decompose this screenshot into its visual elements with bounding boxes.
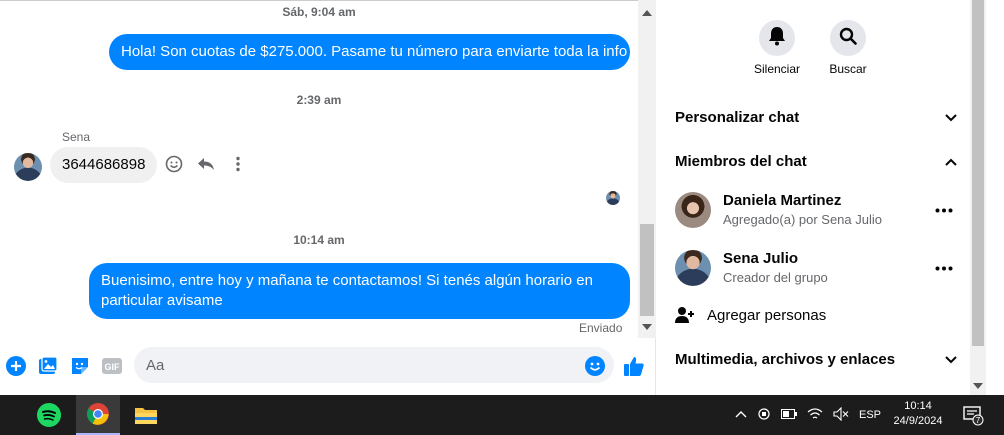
system-tray: ESP	[735, 395, 881, 435]
message-input[interactable]	[134, 347, 614, 383]
message-timestamp: 10:14 am	[293, 233, 345, 247]
message-timestamp: Sáb, 9:04 am	[282, 5, 356, 19]
message-actions	[163, 153, 249, 175]
add-people-label: Agregar personas	[707, 306, 827, 324]
plus-icon[interactable]	[5, 355, 27, 377]
add-people-row[interactable]: Agregar personas	[675, 300, 957, 330]
chevron-down-icon	[945, 109, 957, 126]
search-icon	[839, 27, 857, 50]
bell-icon	[768, 26, 786, 51]
scroll-down-arrow[interactable]	[642, 324, 652, 330]
customize-chat-row[interactable]: Personalizar chat	[675, 102, 957, 132]
customize-chat-label: Personalizar chat	[675, 108, 800, 126]
more-options-icon[interactable]	[227, 153, 249, 175]
mute-label: Silenciar	[753, 62, 801, 76]
sender-avatar[interactable]	[14, 153, 42, 181]
windows-taskbar: ESP 10:14 24/9/2024 7	[0, 395, 1004, 435]
file-explorer-icon[interactable]	[124, 395, 168, 435]
scroll-up-arrow[interactable]	[642, 10, 652, 16]
chat-pane: Sáb, 9:04 am Hola! Son cuotas de $275.00…	[0, 0, 656, 395]
outgoing-message[interactable]: Hola! Son cuotas de $275.000. Pasame tu …	[109, 34, 630, 70]
member-role: Agregado(a) por Sena Julio	[723, 212, 882, 227]
delivery-status: Enviado	[579, 321, 623, 335]
search-button[interactable]	[830, 20, 866, 56]
clock-date: 24/9/2024	[893, 415, 943, 427]
clock-time: 10:14	[904, 400, 932, 412]
scroll-down-arrow[interactable]	[973, 383, 983, 389]
search-label: Buscar	[829, 62, 867, 76]
chevron-up-icon	[945, 153, 957, 170]
wifi-icon[interactable]	[807, 407, 823, 424]
member-name: Sena Julio	[723, 250, 799, 267]
chat-scrollbar[interactable]	[638, 0, 656, 338]
message-list[interactable]: Sáb, 9:04 am Hola! Son cuotas de $275.00…	[0, 0, 638, 338]
scrollbar-thumb[interactable]	[640, 224, 654, 316]
member-row[interactable]: Sena Julio Creador del grupo	[675, 246, 957, 290]
svg-text:GIF: GIF	[105, 362, 121, 372]
seen-by-avatar	[606, 191, 620, 205]
react-icon[interactable]	[163, 153, 185, 175]
more-options-icon[interactable]	[931, 198, 957, 222]
reply-icon[interactable]	[195, 153, 217, 175]
battery-icon[interactable]	[781, 408, 797, 422]
chat-members-row[interactable]: Miembros del chat	[675, 146, 957, 176]
media-files-links-row[interactable]: Multimedia, archivos y enlaces	[675, 344, 957, 374]
security-icon[interactable]	[757, 407, 771, 424]
add-person-icon	[675, 306, 707, 324]
scrollbar-thumb[interactable]	[972, 0, 984, 346]
volume-muted-icon[interactable]	[833, 406, 849, 424]
chat-members-label: Miembros del chat	[675, 152, 807, 170]
svg-text:7: 7	[976, 416, 981, 425]
spotify-icon[interactable]	[27, 395, 71, 435]
chevron-down-icon	[945, 351, 957, 368]
window-edge	[986, 0, 1004, 395]
outgoing-message[interactable]: Buenisimo, entre hoy y mañana te contact…	[89, 263, 630, 319]
member-name: Daniela Martinez	[723, 192, 842, 209]
member-row[interactable]: Daniela Martinez Agregado(a) por Sena Ju…	[675, 188, 957, 232]
member-role: Creador del grupo	[723, 270, 828, 285]
more-options-icon[interactable]	[931, 256, 957, 280]
like-icon[interactable]	[623, 355, 645, 377]
media-files-links-label: Multimedia, archivos y enlaces	[675, 350, 896, 368]
chat-info-panel: Silenciar Buscar Personalizar chat Miemb…	[657, 0, 970, 395]
message-composer: GIF	[0, 338, 656, 395]
member-avatar	[675, 250, 711, 286]
messenger-window: Sáb, 9:04 am Hola! Son cuotas de $275.00…	[0, 0, 1004, 395]
mute-button[interactable]	[759, 20, 795, 56]
language-indicator[interactable]: ESP	[859, 409, 881, 421]
sender-name: Sena	[62, 130, 91, 144]
notifications-icon[interactable]: 7	[958, 395, 988, 435]
member-avatar	[675, 192, 711, 228]
task-view-icon[interactable]	[0, 395, 6, 435]
message-timestamp: 2:39 am	[296, 93, 342, 107]
panel-scrollbar[interactable]	[970, 0, 986, 395]
emoji-icon[interactable]	[584, 355, 606, 377]
incoming-message[interactable]: 3644686898	[50, 147, 158, 183]
chrome-icon[interactable]	[76, 395, 120, 435]
chevron-up-icon[interactable]	[735, 409, 747, 421]
clock[interactable]: 10:14 24/9/2024	[880, 399, 956, 429]
gif-icon[interactable]: GIF	[100, 355, 124, 377]
photo-icon[interactable]	[37, 355, 59, 377]
sticker-icon[interactable]	[69, 355, 91, 377]
